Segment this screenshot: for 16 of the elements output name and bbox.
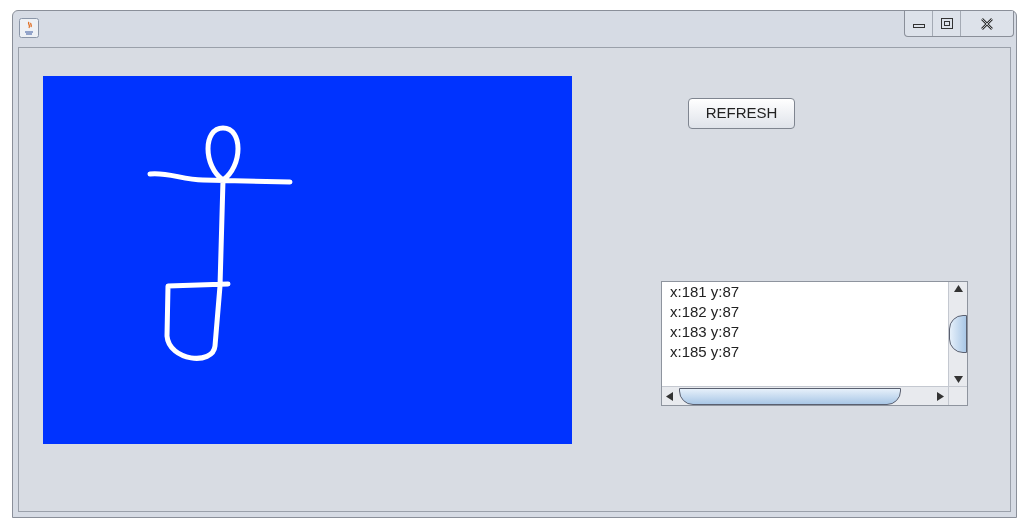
scroll-right-icon[interactable] (937, 391, 944, 401)
refresh-button[interactable]: REFRESH (688, 98, 795, 129)
list-item[interactable]: x:183 y:87 (670, 322, 948, 342)
vertical-scrollbar[interactable] (948, 282, 967, 386)
close-icon (980, 17, 994, 30)
scrollbar-thumb[interactable] (679, 387, 901, 405)
horizontal-scrollbar[interactable] (662, 387, 948, 405)
list-item[interactable]: x:185 y:87 (670, 342, 948, 362)
list-item[interactable]: x:181 y:87 (670, 282, 948, 302)
scroll-down-icon[interactable] (953, 376, 963, 383)
maximize-icon (940, 18, 953, 29)
scrollbar-thumb[interactable] (949, 315, 967, 353)
list-item[interactable]: x:182 y:87 (670, 302, 948, 322)
app-icon (19, 18, 39, 38)
scroll-up-icon[interactable] (953, 285, 963, 292)
scroll-left-icon[interactable] (666, 391, 673, 401)
